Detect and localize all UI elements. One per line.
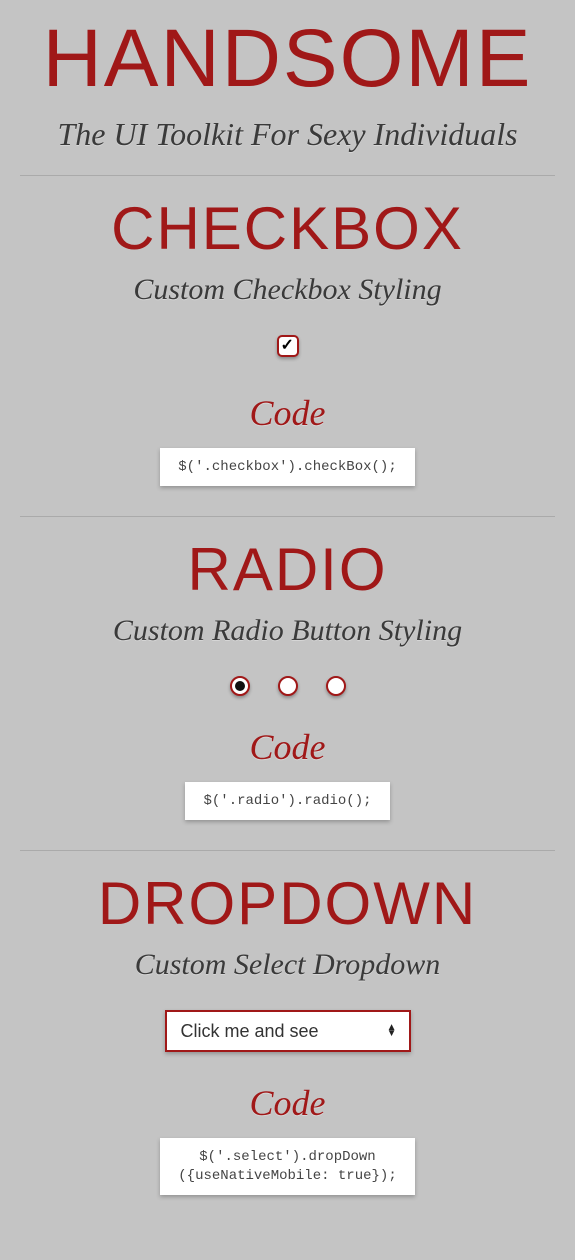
check-icon: ✓ [281,335,294,355]
checkbox-code: $('.checkbox').checkBox(); [160,448,414,486]
radio-option-1[interactable] [230,676,250,696]
checkbox-subtitle: Custom Checkbox Styling [20,273,555,307]
tagline: The UI Toolkit For Sexy Individuals [20,116,555,153]
dropdown-select[interactable]: Click me and see ▲▼ [165,1010,411,1052]
code-label: Code [20,726,555,768]
dropdown-subtitle: Custom Select Dropdown [20,948,555,982]
radio-group [20,676,555,696]
radio-option-3[interactable] [326,676,346,696]
code-label: Code [20,392,555,434]
dropdown-title: DROPDOWN [20,869,555,938]
section-radio: RADIO Custom Radio Button Styling Code $… [20,517,555,850]
section-checkbox: CHECKBOX Custom Checkbox Styling ✓ Code … [20,176,555,516]
radio-option-2[interactable] [278,676,298,696]
radio-title: RADIO [20,535,555,604]
radio-subtitle: Custom Radio Button Styling [20,614,555,648]
main-title: HANDSOME [20,12,555,106]
radio-code: $('.radio').radio(); [185,782,389,820]
dropdown-selected-label: Click me and see [181,1021,319,1042]
section-dropdown: DROPDOWN Custom Select Dropdown Click me… [20,851,555,1224]
checkbox-title: CHECKBOX [20,194,555,263]
code-label: Code [20,1082,555,1124]
dropdown-code: $('.select').dropDown ({useNativeMobile:… [160,1138,414,1194]
checkbox-input[interactable]: ✓ [277,335,299,357]
chevron-updown-icon: ▲▼ [387,1025,397,1037]
